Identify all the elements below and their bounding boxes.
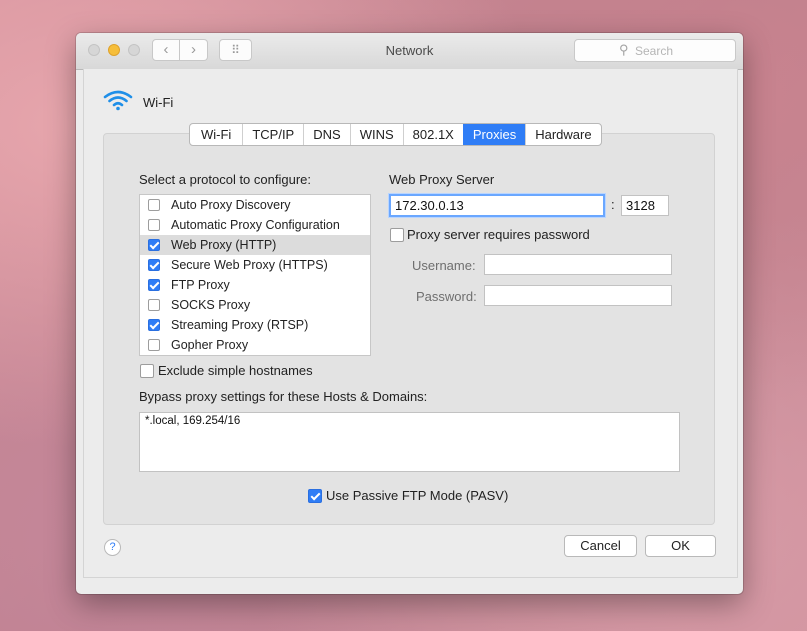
web-proxy-server-heading: Web Proxy Server bbox=[389, 172, 495, 187]
password-field[interactable] bbox=[484, 285, 672, 306]
search-icon: ⚲ bbox=[619, 42, 629, 57]
wifi-icon bbox=[103, 90, 133, 111]
protocol-checkbox[interactable] bbox=[148, 199, 160, 211]
protocol-row-secure-web-proxy[interactable]: Secure Web Proxy (HTTPS) bbox=[140, 255, 370, 275]
bypass-heading: Bypass proxy settings for these Hosts & … bbox=[139, 389, 428, 404]
username-label: Username: bbox=[412, 258, 476, 273]
password-label: Password: bbox=[416, 289, 477, 304]
protocol-checkbox[interactable] bbox=[148, 339, 160, 351]
protocol-checkbox[interactable] bbox=[148, 299, 160, 311]
proxy-server-field[interactable] bbox=[389, 194, 605, 217]
protocol-label: Auto Proxy Discovery bbox=[171, 198, 291, 212]
passive-ftp-checkbox[interactable] bbox=[308, 489, 322, 503]
protocol-row-auto-config[interactable]: Automatic Proxy Configuration bbox=[140, 215, 370, 235]
protocol-checkbox[interactable] bbox=[148, 319, 160, 331]
tab-proxies[interactable]: Proxies bbox=[462, 124, 526, 145]
exclude-simple-label: Exclude simple hostnames bbox=[158, 363, 313, 378]
username-field[interactable] bbox=[484, 254, 672, 275]
protocol-checkbox[interactable] bbox=[148, 279, 160, 291]
help-button[interactable]: ? bbox=[104, 539, 121, 556]
protocol-list[interactable]: Auto Proxy Discovery Automatic Proxy Con… bbox=[139, 194, 371, 356]
protocol-label: Automatic Proxy Configuration bbox=[171, 218, 340, 232]
port-separator: : bbox=[611, 197, 615, 212]
protocol-label: Web Proxy (HTTP) bbox=[171, 238, 277, 252]
tab-bar: Wi-Fi TCP/IP DNS WINS 802.1X Proxies Har… bbox=[189, 123, 602, 146]
tab-dns[interactable]: DNS bbox=[303, 124, 349, 145]
protocol-checkbox[interactable] bbox=[148, 239, 160, 251]
tab-8021x[interactable]: 802.1X bbox=[402, 124, 463, 145]
protocol-row-ftp-proxy[interactable]: FTP Proxy bbox=[140, 275, 370, 295]
protocol-label: Secure Web Proxy (HTTPS) bbox=[171, 258, 328, 272]
requires-password-label: Proxy server requires password bbox=[407, 227, 590, 242]
passive-ftp-label: Use Passive FTP Mode (PASV) bbox=[326, 488, 509, 503]
protocol-label: Streaming Proxy (RTSP) bbox=[171, 318, 309, 332]
tab-tcpip[interactable]: TCP/IP bbox=[242, 124, 303, 145]
tab-wifi[interactable]: Wi-Fi bbox=[190, 124, 242, 145]
tab-hardware[interactable]: Hardware bbox=[525, 124, 600, 145]
ok-button[interactable]: OK bbox=[645, 535, 716, 557]
tab-wins[interactable]: WINS bbox=[349, 124, 403, 145]
requires-password-checkbox[interactable] bbox=[390, 228, 404, 242]
bypass-hosts-field[interactable]: *.local, 169.254/16 bbox=[139, 412, 680, 472]
exclude-simple-checkbox[interactable] bbox=[140, 364, 154, 378]
protocol-label: SOCKS Proxy bbox=[171, 298, 251, 312]
search-placeholder: Search bbox=[635, 44, 674, 58]
network-preferences-window: ‹ › ⠿ Network ⚲ Search Wi-Fi Wi-Fi TCP/I… bbox=[76, 33, 743, 594]
protocol-label: FTP Proxy bbox=[171, 278, 230, 292]
question-icon: ? bbox=[109, 541, 116, 553]
protocol-checkbox[interactable] bbox=[148, 259, 160, 271]
protocol-heading: Select a protocol to configure: bbox=[139, 172, 311, 187]
protocol-row-gopher-proxy[interactable]: Gopher Proxy bbox=[140, 335, 370, 355]
protocol-row-auto-discovery[interactable]: Auto Proxy Discovery bbox=[140, 195, 370, 215]
search-field[interactable]: ⚲ Search bbox=[574, 39, 736, 62]
cancel-button[interactable]: Cancel bbox=[564, 535, 637, 557]
protocol-label: Gopher Proxy bbox=[171, 338, 249, 352]
protocol-row-streaming-proxy[interactable]: Streaming Proxy (RTSP) bbox=[140, 315, 370, 335]
protocol-row-socks-proxy[interactable]: SOCKS Proxy bbox=[140, 295, 370, 315]
protocol-checkbox[interactable] bbox=[148, 219, 160, 231]
protocol-row-web-proxy[interactable]: Web Proxy (HTTP) bbox=[140, 235, 370, 255]
proxy-port-field[interactable] bbox=[621, 195, 669, 216]
title-bar: ‹ › ⠿ Network ⚲ Search bbox=[76, 33, 743, 70]
interface-name: Wi-Fi bbox=[143, 95, 174, 110]
